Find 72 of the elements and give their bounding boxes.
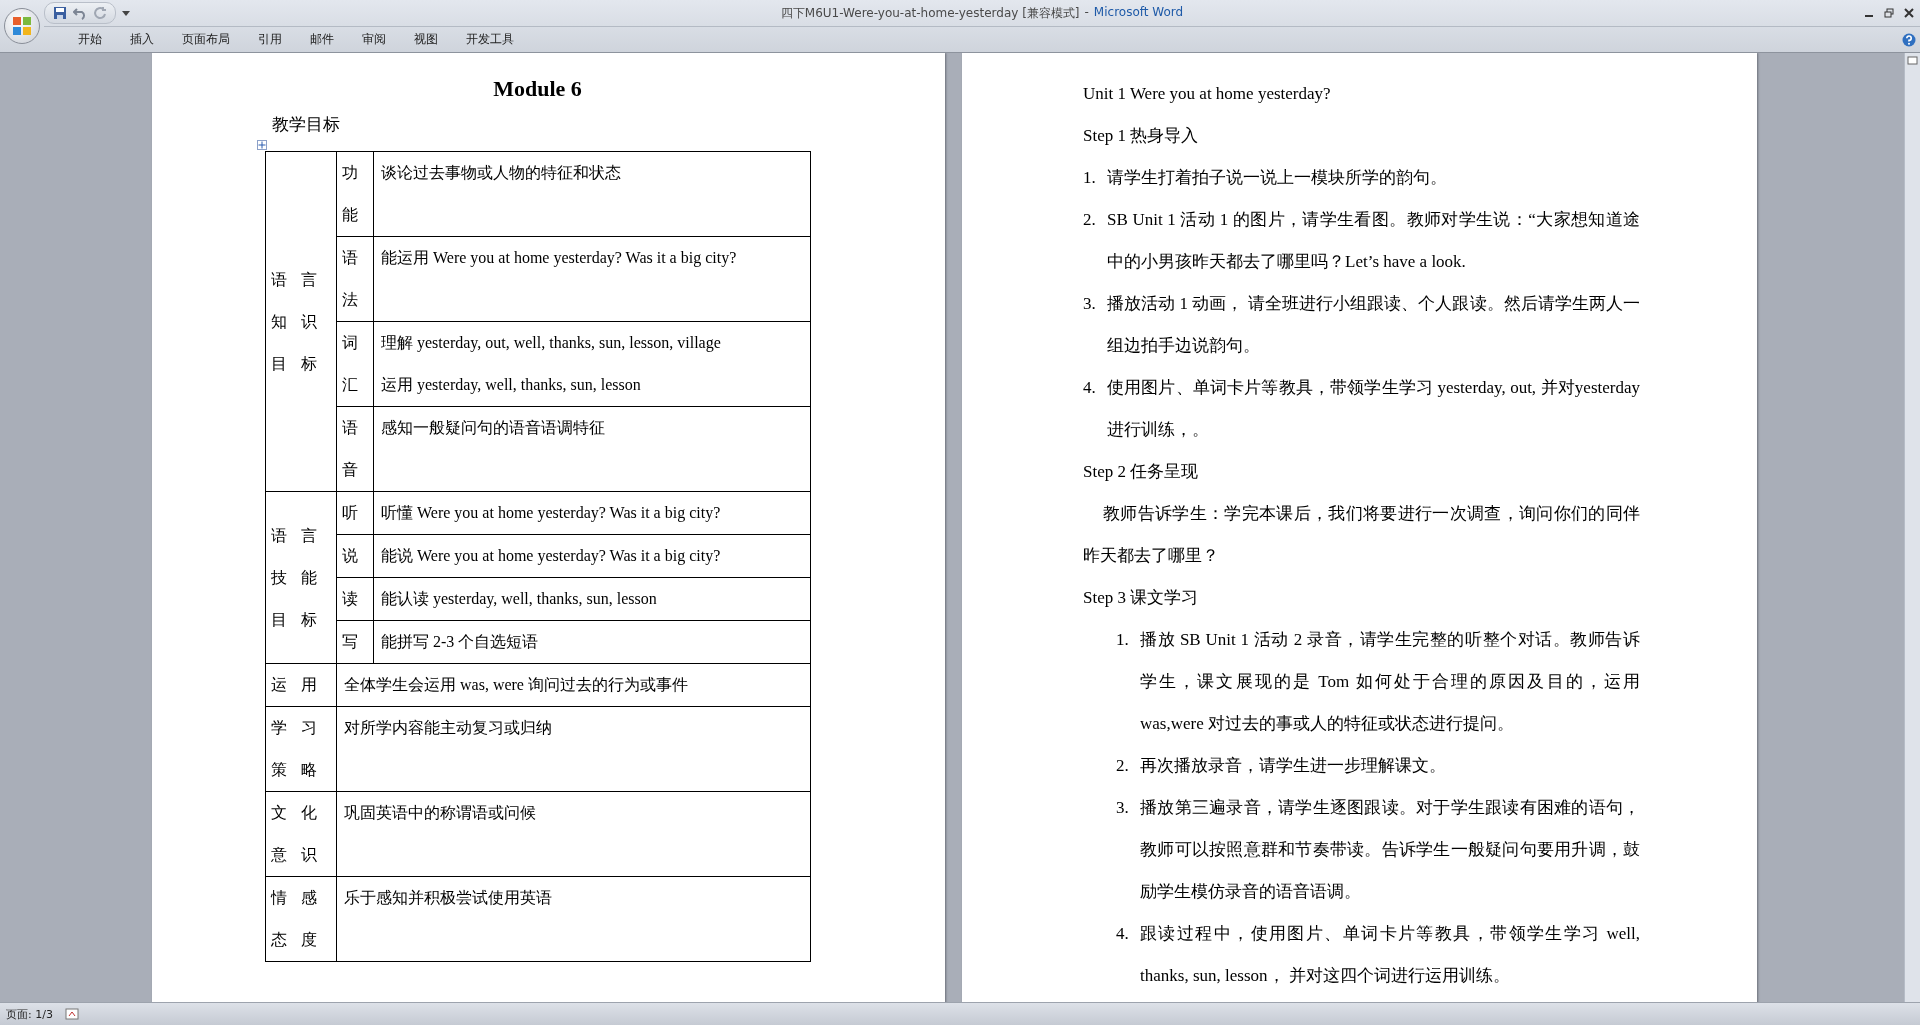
table-cell: 谈论过去事物或人物的特征和状态: [373, 151, 811, 237]
table-cell: 能认读 yesterday, well, thanks, sun, lesson: [373, 577, 811, 621]
ribbon-tab[interactable]: 开发工具: [452, 28, 528, 51]
list-number: 3.: [1083, 293, 1097, 315]
list-number: 1.: [1116, 629, 1130, 651]
list-number: 4.: [1116, 923, 1130, 945]
table-cell: 能说 Were you at home yesterday? Was it a big city?: [373, 534, 811, 578]
list-item-text: SB Unit 1 活动 1 的图片，请学生看图。教师对学生说：“大家想知道途中的小男孩昨天都去了哪里吗？Let’s have a look.: [1107, 209, 1640, 273]
paragraph-text: Unit 1 Were you at home yesterday?: [1083, 83, 1332, 105]
table-cell: 写: [336, 620, 374, 664]
ribbon-tab[interactable]: 视图: [400, 28, 452, 51]
table-cell: 读: [336, 577, 374, 621]
office-logo-icon: [11, 15, 33, 37]
table-cell: 运用: [265, 663, 337, 707]
ruler-toggle-icon[interactable]: [1907, 55, 1918, 66]
close-icon[interactable]: [1904, 8, 1914, 18]
save-icon[interactable]: [53, 6, 67, 20]
paragraph-text: Step 3 课文学习: [1083, 587, 1200, 609]
list-number: 1.: [1083, 167, 1097, 189]
list-number: 4.: [1083, 377, 1097, 399]
table-cell: 说: [336, 534, 374, 578]
window-title: 四下M6U1-Were-you-at-home-yesterday [兼容模式]: [780, 4, 1080, 22]
table-cell: 能运用 Were you at home yesterday? Was it a big city?: [373, 236, 811, 322]
table-cell: 能拼写 2-3 个自选短语: [373, 620, 811, 664]
section-label: 教学目标: [271, 114, 341, 136]
ribbon-tab[interactable]: 页面布局: [168, 28, 244, 51]
table-cell: 文化意识: [265, 791, 337, 877]
table-cell: 词汇: [336, 321, 374, 407]
list-item-text: 播放活动 1 动画， 请全班进行小组跟读、个人跟读。然后请学生两人一组边拍手边说韵句。: [1107, 293, 1640, 357]
app-name: Microsoft Word: [1093, 4, 1184, 21]
list-number: 3.: [1116, 797, 1130, 819]
paragraph-text: Step 2 任务呈现: [1083, 461, 1200, 483]
table-move-handle-icon[interactable]: [257, 140, 267, 150]
list-number: 2.: [1083, 209, 1097, 231]
page-count[interactable]: 页面: 1/3: [6, 1006, 53, 1022]
document-heading: Module 6: [492, 75, 583, 103]
list-item-text: 播放 SB Unit 1 活动 2 录音，请学生完整的听整个对话。教师告诉学生，课文展现的是 Tom 如何处于合理的原因及目的，运用 was,were 对过去的事或人的特征或状态进行提问。: [1140, 629, 1640, 735]
table-cell: 巩固英语中的称谓语或问候: [336, 791, 811, 877]
list-item-text: 请学生打着拍子说一说上一模块所学的韵句。: [1107, 167, 1448, 189]
title-separator: -: [1084, 4, 1089, 21]
redo-icon[interactable]: [93, 6, 107, 20]
office-button[interactable]: [4, 8, 40, 44]
paragraph-text: Step 1 热身导入: [1083, 125, 1200, 147]
list-item-text: 播放第三遍录音，请学生逐图跟读。对于学生跟读有困难的语句，教师可以按照意群和节奏带读。告诉学生一般疑问句要用升调，鼓励学生模仿录音的语音语调。: [1140, 797, 1640, 903]
table-cell: 语音: [336, 406, 374, 492]
table-cell: 功能: [336, 151, 374, 237]
paragraph-text: 教师告诉学生：学完本课后，我们将要进行一次调查，询问你们的同伴昨天都去了哪里？: [1083, 503, 1640, 567]
list-item-text: 跟读过程中，使用图片、单词卡片等教具，带领学生学习 well, thanks, sun, lesson， 并对这四个词进行运用训练。: [1140, 923, 1640, 987]
table-cell: 语言知识目标: [265, 151, 337, 492]
list-number: 2.: [1116, 755, 1130, 777]
table-cell: 语言技能目标: [265, 491, 337, 664]
ribbon-tab[interactable]: 引用: [244, 28, 296, 51]
table-cell: 听: [336, 491, 374, 535]
list-item-text: 使用图片、单词卡片等教具，带领学生学习 yesterday, out, 并对yesterday 进行训练，。: [1107, 377, 1640, 441]
restore-icon[interactable]: [1884, 8, 1894, 18]
table-cell: 听懂 Were you at home yesterday? Was it a big city?: [373, 491, 811, 535]
table-cell: 学习策略: [265, 706, 337, 792]
table-cell: 情感态度: [265, 876, 337, 962]
ribbon-tab[interactable]: 审阅: [348, 28, 400, 51]
ribbon-tab[interactable]: 邮件: [296, 28, 348, 51]
help-icon[interactable]: [1902, 32, 1916, 47]
table-cell: 全体学生会运用 was, were 询问过去的行为或事件: [336, 663, 811, 707]
ribbon-tab[interactable]: 开始: [64, 28, 116, 51]
undo-icon[interactable]: [73, 6, 87, 20]
table-cell: 乐于感知并积极尝试使用英语: [336, 876, 811, 962]
ribbon-tab[interactable]: 插入: [116, 28, 168, 51]
customize-caret-icon[interactable]: [122, 9, 130, 17]
table-cell: 理解 yesterday, out, well, thanks, sun, lesson, village 运用 yesterday, well, thanks, sun, lesson: [373, 321, 811, 407]
list-item-text: 再次播放录音，请学生进一步理解课文。: [1140, 755, 1447, 777]
table-cell: 语法: [336, 236, 374, 322]
table-cell: 对所学内容能主动复习或归纳: [336, 706, 811, 792]
table-cell: 感知一般疑问句的语音语调特征: [373, 406, 811, 492]
